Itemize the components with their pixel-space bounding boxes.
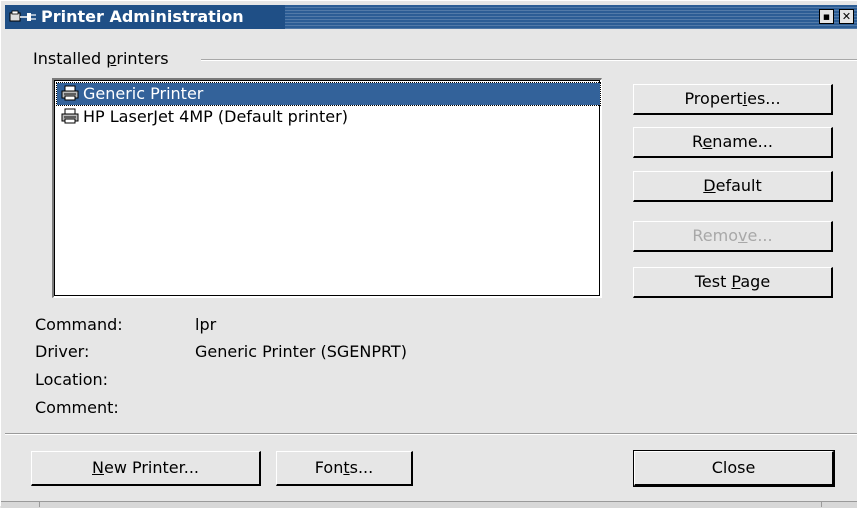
maximize-icon[interactable]: ▪ <box>819 9 834 24</box>
driver-value: Generic Printer (SGENPRT) <box>195 342 407 361</box>
printer-list-item-generic[interactable]: Generic Printer <box>56 82 601 106</box>
location-label: Location: <box>35 370 109 389</box>
properties-button[interactable]: Properties... <box>633 84 833 115</box>
close-button[interactable]: Close <box>633 450 835 487</box>
resize-corner-left[interactable] <box>9 501 40 507</box>
close-icon[interactable]: ✕ <box>839 9 854 24</box>
fonts-button[interactable]: Fonts... <box>276 451 413 486</box>
window-bottom-border <box>1 501 857 508</box>
resize-corner-right[interactable] <box>821 501 852 507</box>
printer-icon <box>61 108 79 124</box>
comment-label: Comment: <box>35 398 119 417</box>
group-divider <box>201 59 857 61</box>
command-value: lpr <box>195 315 217 334</box>
printer-list[interactable]: Generic Printer HP LaserJet 4MP (Default… <box>52 78 602 298</box>
driver-label: Driver: <box>35 342 90 361</box>
default-button[interactable]: Default <box>633 171 833 202</box>
test-page-button[interactable]: Test Page <box>633 267 833 298</box>
remove-button[interactable]: Remove... <box>633 221 833 252</box>
printer-name: HP LaserJet 4MP (Default printer) <box>83 107 348 126</box>
printer-plug-icon[interactable] <box>9 10 39 24</box>
printer-name: Generic Printer <box>83 84 204 103</box>
new-printer-button[interactable]: New Printer... <box>31 451 261 486</box>
printer-admin-window: Printer Administration ▪ ✕ Installed pri… <box>0 0 857 508</box>
footer-separator <box>5 433 857 435</box>
command-label: Command: <box>35 315 123 334</box>
rename-button[interactable]: Rename... <box>633 127 833 158</box>
installed-printers-label: Installed printers <box>33 49 175 69</box>
window-title: Printer Administration <box>41 7 244 26</box>
printer-list-item-hp[interactable]: HP LaserJet 4MP (Default printer) <box>57 106 600 128</box>
title-bar[interactable]: Printer Administration ▪ ✕ <box>5 5 857 29</box>
printer-icon <box>61 85 79 101</box>
